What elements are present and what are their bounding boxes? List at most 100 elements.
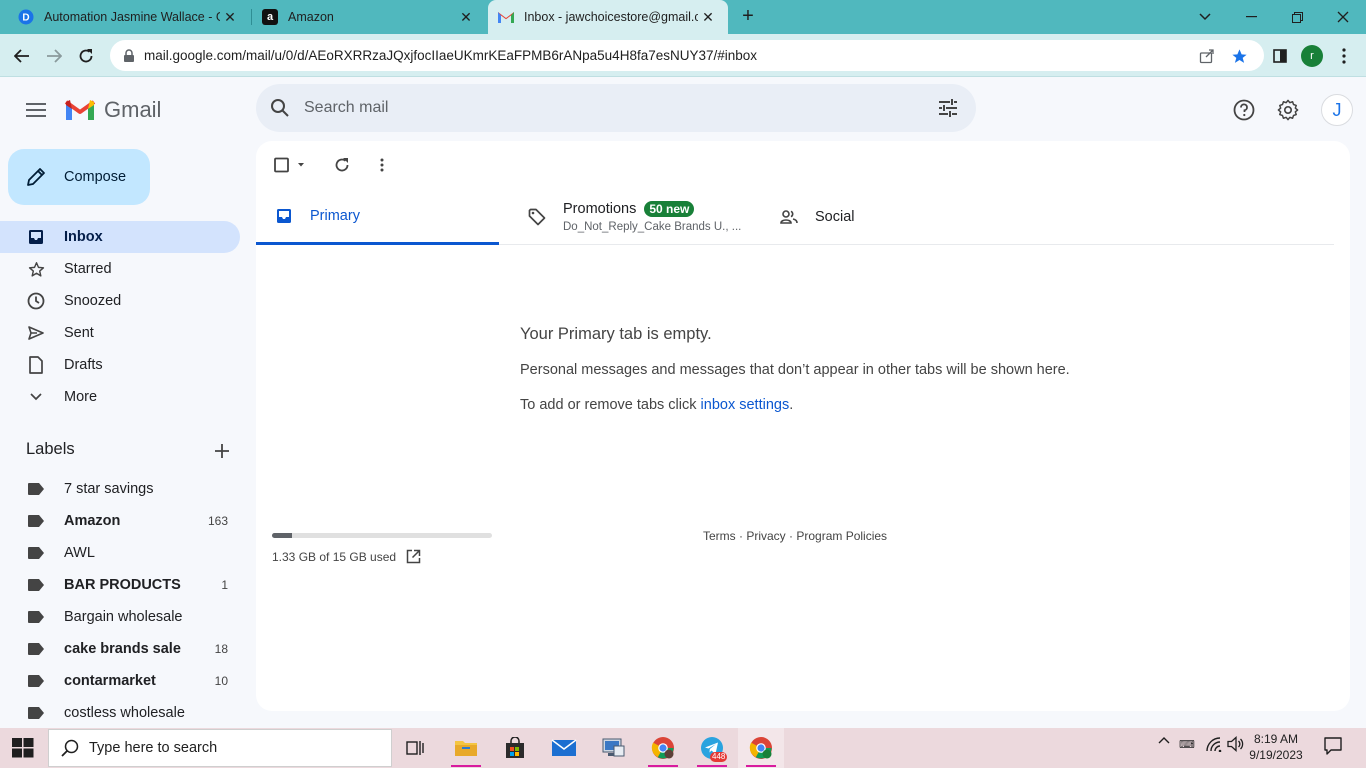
chrome-icon: [749, 737, 772, 759]
side-panel-button[interactable]: [1266, 42, 1294, 70]
windows-start-button[interactable]: [12, 738, 34, 758]
taskbar-telegram[interactable]: 448: [689, 728, 735, 768]
search-bar[interactable]: [256, 84, 976, 132]
settings-gear-icon[interactable]: [1274, 96, 1302, 124]
label-item[interactable]: cake brands sale 18: [0, 633, 240, 665]
chevron-down-icon: [26, 393, 46, 401]
restore-window-button[interactable]: [1274, 0, 1320, 34]
gmail-logo[interactable]: Gmail: [64, 97, 161, 123]
task-view-button[interactable]: [393, 728, 439, 768]
label-item[interactable]: BAR PRODUCTS 1: [0, 569, 240, 601]
search-options-icon[interactable]: [920, 99, 976, 117]
storage-meter-fill: [272, 533, 292, 538]
keyboard-language-icon[interactable]: ⌨: [1178, 736, 1198, 752]
taskbar-chrome-profile-1[interactable]: [640, 728, 686, 768]
label-item[interactable]: AWL: [0, 537, 240, 569]
select-all-checkbox[interactable]: [272, 153, 308, 177]
show-hidden-icons-chevron-icon[interactable]: [1156, 736, 1172, 744]
compose-button[interactable]: Compose: [8, 149, 150, 205]
label-name: cake brands sale: [64, 641, 181, 657]
lock-icon: [124, 48, 134, 62]
browser-profile-avatar[interactable]: r: [1301, 45, 1323, 67]
empty-state-hint: To add or remove tabs click inbox settin…: [520, 397, 793, 413]
more-actions-button[interactable]: [370, 153, 394, 177]
browser-tab-title: Amazon: [288, 10, 334, 24]
search-icon[interactable]: [256, 98, 304, 118]
share-icon[interactable]: [1198, 47, 1216, 65]
terms-link[interactable]: Terms: [703, 529, 736, 543]
sidebar-item-more[interactable]: More: [0, 381, 240, 413]
running-indicator: [451, 765, 481, 767]
reload-icon: [79, 49, 93, 63]
inbox-settings-link[interactable]: inbox settings: [701, 397, 790, 413]
search-input[interactable]: [304, 99, 920, 117]
main-menu-button[interactable]: [22, 96, 50, 124]
footer-separator: ·: [735, 529, 747, 543]
mail-envelope-icon: [551, 739, 577, 756]
label-item[interactable]: Amazon 163: [0, 505, 240, 537]
close-window-button[interactable]: [1320, 0, 1366, 34]
side-panel-icon: [1273, 49, 1287, 63]
notifications-icon[interactable]: [1322, 736, 1344, 756]
taskbar-search-placeholder: Type here to search: [89, 740, 218, 756]
browser-tab-amazon[interactable]: a Amazon ✕: [252, 0, 486, 34]
sidebar-item-label: Starred: [64, 261, 112, 277]
folder-icon: [455, 741, 477, 756]
label-item[interactable]: contarmarket 10: [0, 665, 240, 697]
add-label-button[interactable]: [210, 440, 234, 462]
taskbar-mail[interactable]: [541, 728, 587, 768]
drive-favicon-icon: D: [18, 9, 34, 25]
browser-menu-button[interactable]: [1330, 42, 1358, 70]
sidebar-item-sent[interactable]: Sent: [0, 317, 240, 349]
taskbar-search-box[interactable]: Type here to search: [48, 729, 392, 767]
account-avatar[interactable]: J: [1321, 94, 1353, 126]
privacy-link[interactable]: Privacy: [746, 529, 785, 543]
sidebar-item-snoozed[interactable]: Snoozed: [0, 285, 240, 317]
minimize-window-button[interactable]: [1228, 0, 1274, 34]
close-icon[interactable]: ✕: [456, 9, 476, 26]
storage-usage: 1.33 GB of 15 GB used: [272, 549, 421, 564]
computer-network-icon: [602, 738, 625, 757]
tab-social[interactable]: Social: [761, 189, 981, 245]
checkbox-dropdown-icon: [274, 157, 304, 173]
browser-tab-gmail[interactable]: Inbox - jawchoicestore@gmail.co ✕: [488, 0, 728, 34]
taskbar-store[interactable]: [492, 728, 538, 768]
forward-button[interactable]: [40, 42, 68, 70]
back-arrow-icon: [14, 49, 29, 63]
new-tab-button[interactable]: +: [737, 5, 759, 27]
send-icon: [26, 326, 46, 340]
taskbar-network-app[interactable]: [590, 728, 636, 768]
sidebar-item-label: Sent: [64, 325, 94, 341]
back-button[interactable]: [8, 42, 36, 70]
label-tag-icon: [28, 643, 44, 655]
label-tag-icon: [28, 515, 44, 527]
reload-button[interactable]: [72, 42, 100, 70]
address-bar[interactable]: mail.google.com/mail/u/0/d/AEoRXRRzaJQxj…: [110, 40, 1264, 71]
sidebar-item-starred[interactable]: Starred: [0, 253, 240, 285]
sidebar-item-drafts[interactable]: Drafts: [0, 349, 240, 381]
volume-icon[interactable]: [1226, 736, 1246, 752]
inbox-icon: [26, 229, 46, 245]
browser-tab-drive[interactable]: D Automation Jasmine Wallace - Go ✕: [8, 0, 250, 34]
browser-tab-title: Inbox - jawchoicestore@gmail.co: [524, 10, 698, 24]
sidebar-item-inbox[interactable]: Inbox: [0, 221, 240, 253]
wifi-icon[interactable]: [1204, 736, 1224, 752]
close-icon[interactable]: ✕: [698, 9, 718, 26]
taskbar-file-explorer[interactable]: [443, 728, 489, 768]
refresh-button[interactable]: [330, 153, 354, 177]
tab-promotions[interactable]: Promotions 50 new Do_Not_Reply_Cake Bran…: [509, 189, 749, 245]
help-icon[interactable]: [1230, 96, 1258, 124]
close-icon[interactable]: ✕: [220, 9, 240, 26]
star-icon: [26, 261, 46, 278]
bookmark-star-icon[interactable]: [1230, 47, 1248, 65]
tab-primary[interactable]: Primary: [256, 189, 499, 245]
label-item[interactable]: Bargain wholesale: [0, 601, 240, 633]
label-item[interactable]: costless wholesale: [0, 697, 240, 729]
tab-search-chevron-icon[interactable]: [1182, 0, 1228, 34]
program-policies-link[interactable]: Program Policies: [796, 529, 887, 543]
external-link-icon[interactable]: [406, 549, 421, 564]
taskbar-clock[interactable]: 8:19 AM 9/19/2023: [1246, 731, 1306, 763]
taskbar-chrome-profile-2[interactable]: [738, 728, 784, 768]
label-item[interactable]: 7 star savings: [0, 473, 240, 505]
sidebar-item-label: More: [64, 389, 98, 405]
